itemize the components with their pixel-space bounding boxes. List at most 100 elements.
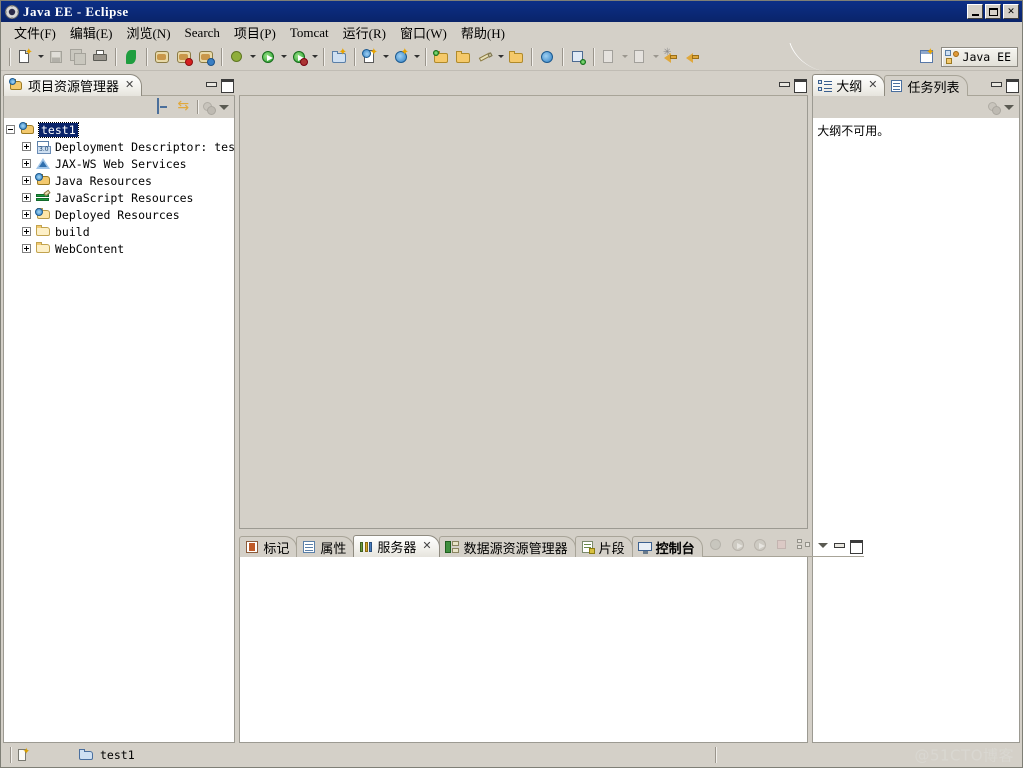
link-with-editor-icon[interactable]: ⇆: [177, 99, 193, 115]
servers-view-content[interactable]: [239, 557, 809, 743]
minimize-icon[interactable]: [779, 79, 791, 89]
new-wizard-icon[interactable]: ✦: [14, 46, 36, 68]
menu-search[interactable]: Search: [178, 23, 227, 43]
expander-plus-icon[interactable]: [22, 193, 31, 202]
run-external-tools-icon[interactable]: [288, 46, 310, 68]
print-icon[interactable]: [89, 46, 111, 68]
tree-row-jax-ws[interactable]: JAX-WS Web Services: [6, 155, 232, 172]
new-server-icon[interactable]: ✦: [390, 46, 412, 68]
tomcat-cat-restart-icon[interactable]: [195, 46, 217, 68]
new-item-icon[interactable]: ✦: [17, 747, 30, 763]
run-icon[interactable]: [257, 46, 279, 68]
collapse-all-icon[interactable]: [157, 98, 173, 115]
tree-row-deployment-descriptor[interactable]: 3.0 Deployment Descriptor: test1: [6, 138, 234, 155]
tab-servers[interactable]: 服务器 ✕: [353, 535, 440, 557]
external-tools-dropdown-arrow[interactable]: [310, 46, 319, 68]
window-close-button[interactable]: ✕: [1003, 4, 1019, 19]
menu-edit[interactable]: 编辑(E): [63, 21, 120, 44]
expander-minus-icon[interactable]: [6, 125, 15, 134]
tab-project-explorer[interactable]: 项目资源管理器 ✕: [3, 74, 143, 96]
menu-tomcat[interactable]: Tomcat: [283, 23, 336, 43]
tab-markers[interactable]: 标记: [239, 536, 298, 557]
expander-plus-icon[interactable]: [22, 176, 31, 185]
new-web-project-icon[interactable]: ✦: [359, 46, 381, 68]
menubar: 文件(F) 编辑(E) 浏览(N) Search 项目(P) Tomcat 运行…: [1, 22, 1022, 43]
toolbar-separator: [146, 47, 147, 66]
workbench-body: 项目资源管理器 ✕ ⇆ test1 3.0 Deployment Descrip…: [1, 71, 1022, 743]
expander-plus-icon[interactable]: [22, 227, 31, 236]
window-minimize-button[interactable]: [967, 4, 983, 19]
toolbar-separator: [354, 47, 355, 66]
outline-tabrow: 大纲 ✕ 任务列表: [812, 73, 1020, 96]
run-dropdown-arrow[interactable]: [279, 46, 288, 68]
outline-icon: [818, 79, 833, 93]
debug-dropdown-arrow[interactable]: [248, 46, 257, 68]
outline-content[interactable]: 大纲不可用。: [812, 118, 1020, 743]
project-explorer-tree-container[interactable]: test1 3.0 Deployment Descriptor: test1 J…: [3, 118, 236, 743]
new-server-dropdown-arrow[interactable]: [412, 46, 421, 68]
tab-servers-close-icon[interactable]: ✕: [422, 541, 431, 552]
tomcat-cat-start-icon[interactable]: [151, 46, 173, 68]
open-type-icon[interactable]: [430, 46, 452, 68]
toolbar-separator: [593, 47, 594, 66]
open-task-icon[interactable]: [474, 46, 496, 68]
menu-help[interactable]: 帮助(H): [454, 21, 512, 44]
maximize-icon[interactable]: [849, 540, 863, 554]
tree-row-javascript-resources[interactable]: JavaScript Resources: [6, 189, 232, 206]
maximize-icon[interactable]: [794, 79, 808, 93]
menu-window[interactable]: 窗口(W): [393, 21, 454, 44]
perspective-java-ee-button[interactable]: Java EE: [940, 46, 1018, 67]
tomcat-start-icon[interactable]: [120, 46, 142, 68]
tab-properties[interactable]: 属性: [296, 536, 355, 557]
expander-plus-icon[interactable]: [22, 244, 31, 253]
tab-snippets[interactable]: 片段: [574, 536, 633, 557]
tab-outline[interactable]: 大纲 ✕: [812, 74, 886, 96]
center-column: 标记 属性 服务器 ✕ 数据源资源管理器 片段 控制台: [239, 73, 864, 743]
forward-history-icon[interactable]: [682, 46, 704, 68]
back-history-icon[interactable]: ✳: [660, 46, 682, 68]
tree-row-test1[interactable]: test1: [6, 121, 232, 138]
console-icon: [637, 540, 652, 554]
tab-project-explorer-close-icon[interactable]: ✕: [125, 80, 134, 91]
expander-plus-icon[interactable]: [22, 210, 31, 219]
menu-navigate[interactable]: 浏览(N): [120, 21, 178, 44]
toolbar-separator: [562, 47, 563, 66]
maximize-icon[interactable]: [221, 79, 235, 93]
project-explorer-icon: [9, 78, 24, 93]
expander-plus-icon[interactable]: [22, 142, 31, 151]
new-java-ee-project-icon[interactable]: ✦: [328, 46, 350, 68]
tab-outline-close-icon[interactable]: ✕: [868, 80, 877, 91]
tree-row-deployed-resources[interactable]: Deployed Resources: [6, 206, 232, 223]
debug-icon[interactable]: [226, 46, 248, 68]
tab-console[interactable]: 控制台: [631, 536, 703, 557]
window-maximize-button[interactable]: [985, 4, 1001, 19]
editor-empty-area[interactable]: [239, 96, 809, 529]
search-icon[interactable]: [567, 46, 589, 68]
minimize-icon[interactable]: [206, 79, 218, 89]
tree-row-java-resources[interactable]: Java Resources: [6, 172, 232, 189]
java-ee-perspective-icon: [944, 49, 959, 64]
menu-project[interactable]: 项目(P): [227, 21, 283, 44]
open-folder-icon[interactable]: [505, 46, 527, 68]
view-menu-icon[interactable]: [817, 542, 828, 548]
window-title: Java EE - Eclipse: [23, 3, 129, 19]
minimize-icon[interactable]: [991, 79, 1002, 89]
maximize-icon[interactable]: [1006, 79, 1019, 93]
new-wizard-dropdown-arrow[interactable]: [36, 46, 45, 68]
new-web-project-dropdown-arrow[interactable]: [381, 46, 390, 68]
expander-plus-icon[interactable]: [22, 159, 31, 168]
tomcat-cat-stop-icon[interactable]: [173, 46, 195, 68]
view-menu-icon[interactable]: [219, 104, 230, 110]
tree-row-build[interactable]: build: [6, 223, 232, 240]
menu-run[interactable]: 运行(R): [336, 21, 393, 44]
minimize-icon[interactable]: [833, 540, 845, 550]
open-resource-icon[interactable]: [452, 46, 474, 68]
open-task-dropdown-arrow[interactable]: [496, 46, 505, 68]
web-browser-icon[interactable]: [536, 46, 558, 68]
tab-task-list[interactable]: 任务列表: [884, 75, 968, 96]
open-perspective-icon[interactable]: ✦: [916, 46, 938, 68]
tab-data-source-explorer[interactable]: 数据源资源管理器: [438, 536, 576, 557]
menu-file[interactable]: 文件(F): [7, 21, 63, 44]
tree-row-webcontent[interactable]: WebContent: [6, 240, 232, 257]
view-menu-icon[interactable]: [1004, 104, 1014, 110]
